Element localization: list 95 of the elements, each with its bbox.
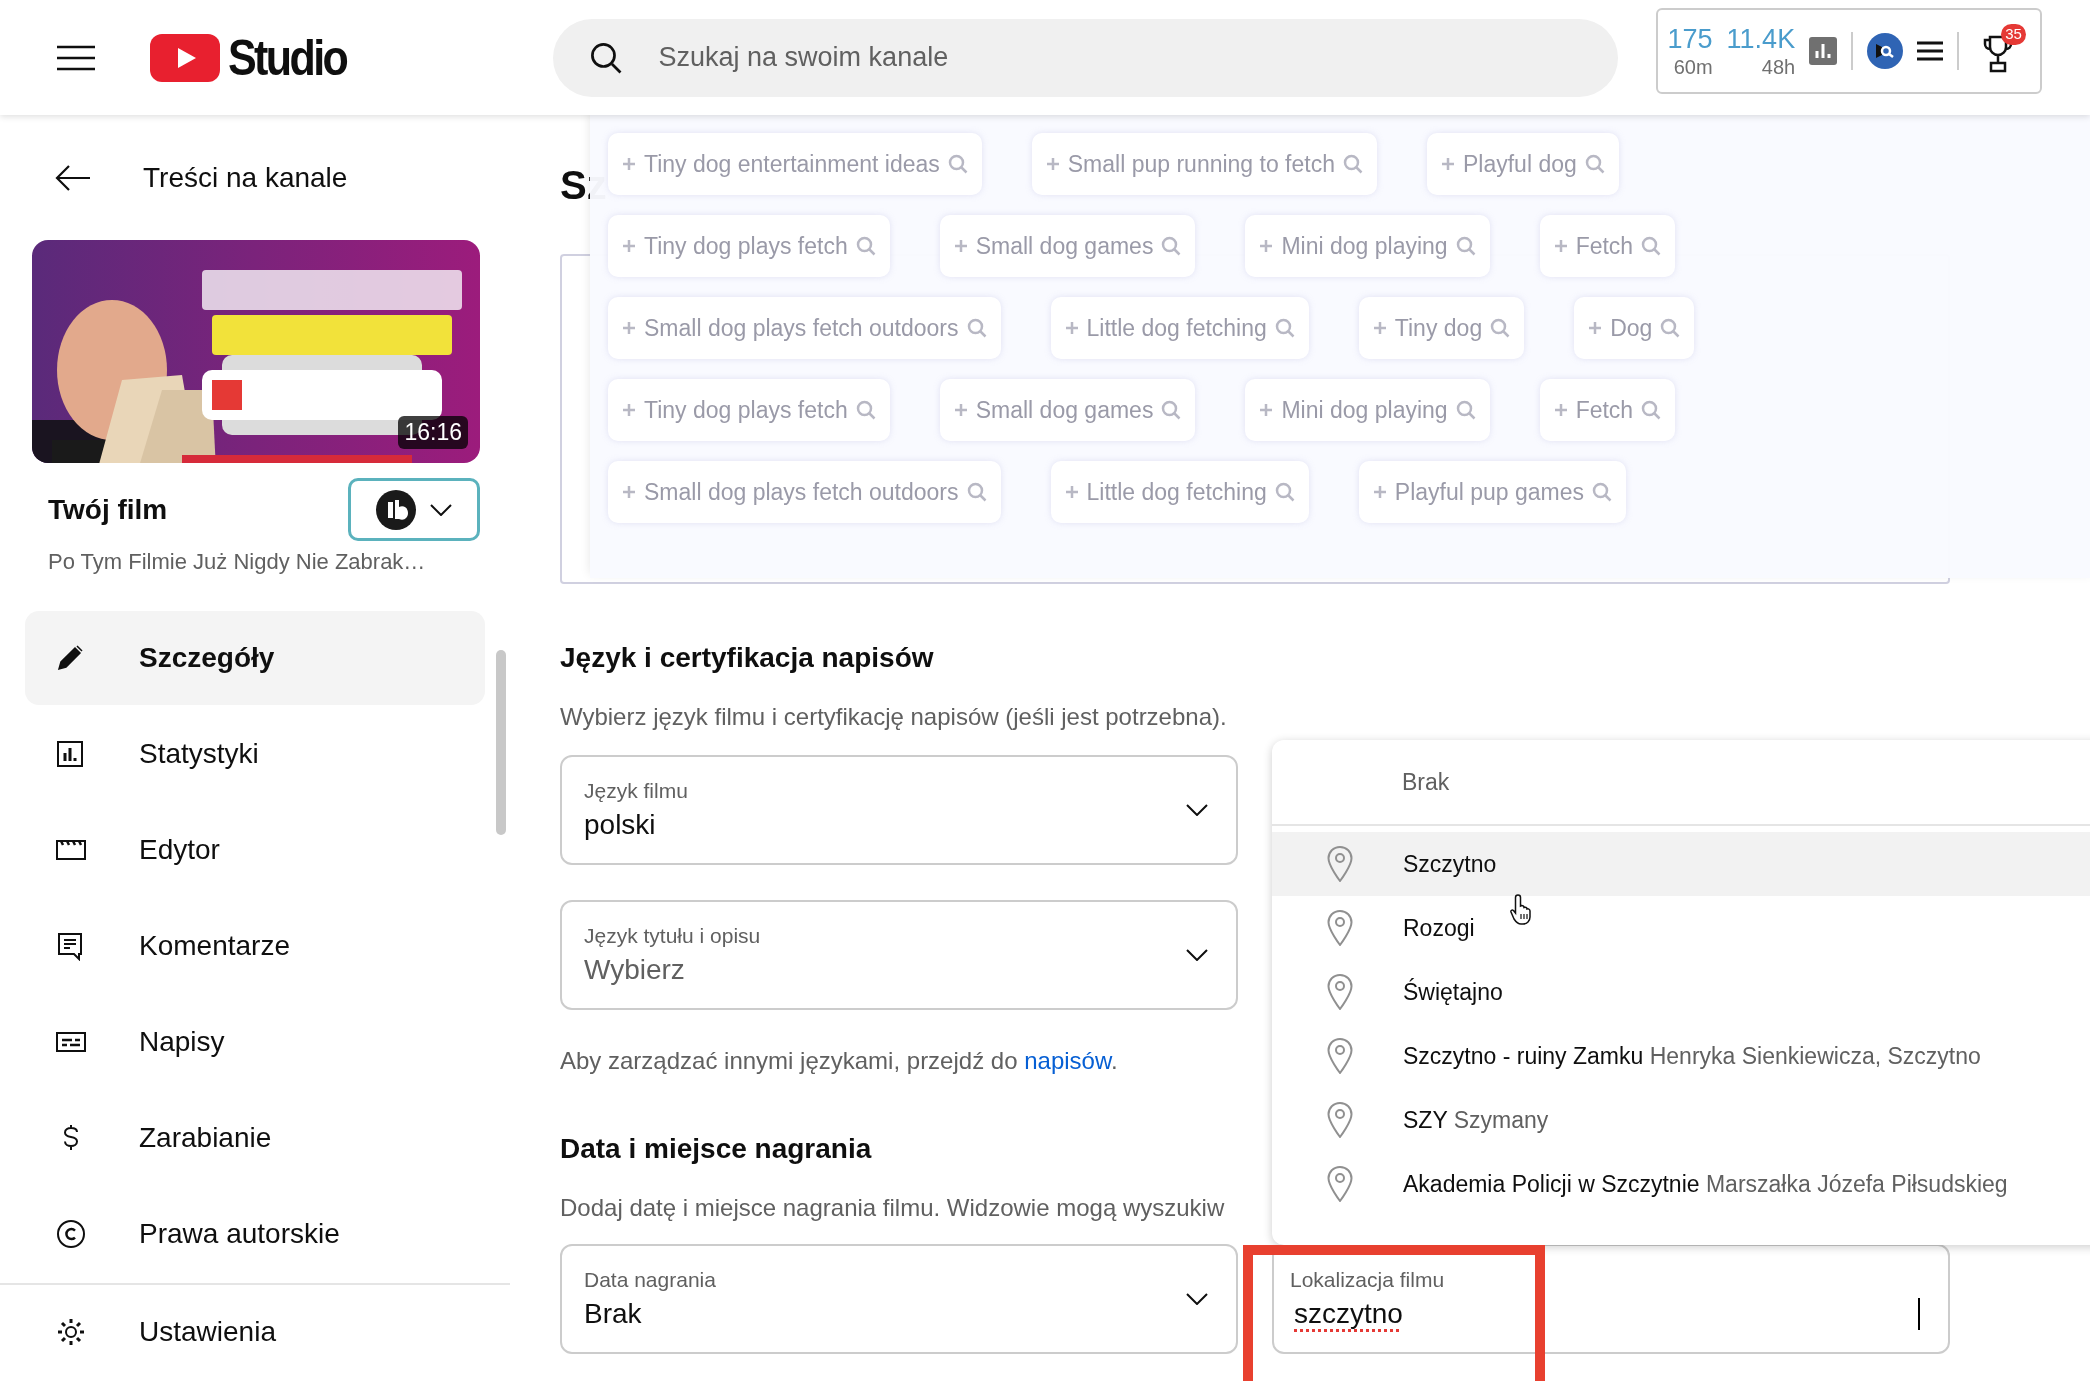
search-icon [947,154,968,174]
search-icon [966,482,987,502]
page-heading: Sz [560,163,607,208]
location-pin-icon [1327,846,1353,882]
plus-icon [1553,403,1568,417]
help-text: Aby zarządzać innymi językami, przejdź do napisów. [560,1047,1118,1075]
plus-icon [1259,403,1274,417]
nav-item[interactable]: Prawa autorskie [25,1187,485,1281]
nav-item[interactable]: Edytor [25,803,485,897]
nav-item[interactable]: Napisy [25,995,485,1089]
nav-item[interactable]: Komentarze [25,899,485,993]
scrollbar-thumb[interactable] [496,650,506,835]
date-select[interactable]: Data nagrania Brak [560,1244,1238,1354]
section-title: Data i miejsce nagrania [560,1133,872,1165]
section-description: Dodaj datę i miejsce nagrania filmu. Widzowie mogą wyszukiw [560,1194,1225,1222]
notification-badge: 35 [2001,24,2026,45]
dropdown-option[interactable]: Akademia Policji w Szczytnie Marszałka Józefa Piłsudskieg [1272,1152,2090,1216]
dropdown-option[interactable]: Świętajno [1272,960,2090,1024]
search-icon [855,236,876,256]
search-input[interactable]: Szukaj na swoim kanale [656,41,1618,74]
chevron-down-icon [1186,804,1208,816]
plus-icon [1045,157,1060,171]
plus-icon [622,403,636,417]
dropdown-option[interactable]: SZY Szymany [1272,1088,2090,1152]
plus-icon [1259,239,1274,253]
extension-menu-button[interactable] [348,478,480,541]
dropdown-option[interactable]: Brak [1272,740,2090,826]
search-icon [855,400,876,420]
back-arrow-icon[interactable] [55,163,91,192]
search-icon [1455,236,1476,256]
menu-icon[interactable] [1917,40,1944,62]
section-title: Język i certyfikacja napisów [560,642,934,674]
stats-widget[interactable]: 175 60m 11.4K 48h 35 [1655,8,2042,94]
bar-chart-icon[interactable] [1809,37,1838,65]
chevron-down-icon [1186,949,1208,961]
video-subtitle: Po Tym Filmie Już Nigdy Nie Zabrak… [48,549,427,575]
dropdown-option[interactable]: Rozogi [1272,896,2090,960]
location-pin-icon [1327,910,1353,946]
location-pin-icon [1327,1038,1353,1074]
search-icon [1584,154,1605,174]
logo-text[interactable]: Studio [228,28,347,87]
magnifier-badge-icon[interactable] [1867,33,1904,69]
nav-item[interactable]: Ustawienia [25,1285,485,1379]
dropdown-option[interactable]: Szczytno [1272,832,2090,896]
nav-item[interactable]: Statystyki [25,707,485,801]
stat-period: 60m [1673,56,1713,77]
plus-icon [1372,485,1387,499]
stat-value: 175 [1667,25,1713,53]
plus-icon [953,239,968,253]
play-logo-icon[interactable] [150,33,220,82]
duration-label: 16:16 [398,416,468,449]
search-icon [1161,236,1182,256]
copyright-icon [55,1219,87,1249]
nav-item[interactable]: Zarabianie [25,1091,485,1185]
chevron-down-icon [430,503,452,516]
plus-icon [1588,321,1603,335]
section-description: Wybierz język filmu i certyfikację napisów (jeśli jest potrzebna). [560,703,1227,731]
plus-icon [622,239,636,253]
stat-period: 48h [1761,56,1796,77]
search-icon [1490,318,1511,338]
search-icon [1641,236,1662,256]
plus-icon [953,403,968,417]
subtitles-link[interactable]: napisów [1024,1047,1111,1074]
search-bar[interactable]: Szukaj na swoim kanale [552,18,1618,97]
language-select[interactable]: Język filmu polski [560,755,1238,865]
search-icon [588,40,623,75]
search-icon [1343,154,1363,174]
plus-icon [1372,321,1387,335]
search-icon [966,318,987,338]
search-icon [1592,482,1613,502]
menu-icon[interactable] [57,44,95,71]
search-icon [1660,318,1681,338]
back-link[interactable]: Treści na kanale [143,161,348,194]
plus-icon [622,485,636,499]
plus-icon [1441,157,1455,171]
location-pin-icon [1327,974,1353,1010]
extension-logo-icon [376,489,416,530]
language-select[interactable]: Język tytułu i opisu Wybierz [560,900,1238,1010]
search-icon [1161,400,1182,420]
plus-icon [622,157,636,171]
plus-icon [1064,485,1079,499]
plus-icon [1064,321,1079,335]
video-title: Twój film [48,493,168,526]
chevron-down-icon [1186,1293,1208,1305]
location-pin-icon [1327,1102,1353,1138]
plus-icon [1553,239,1568,253]
location-pin-icon [1327,1166,1353,1202]
plus-icon [622,321,636,335]
search-icon [1274,482,1295,502]
search-icon [1641,400,1662,420]
stat-value: 11.4K [1726,25,1796,53]
search-icon [1455,400,1476,420]
dropdown-option[interactable]: Szczytno - ruiny Zamku Henryka Sienkiewicza, Szczytno [1272,1024,2090,1088]
nav-item[interactable]: Szczegóły [25,611,485,705]
search-icon [1274,318,1295,338]
